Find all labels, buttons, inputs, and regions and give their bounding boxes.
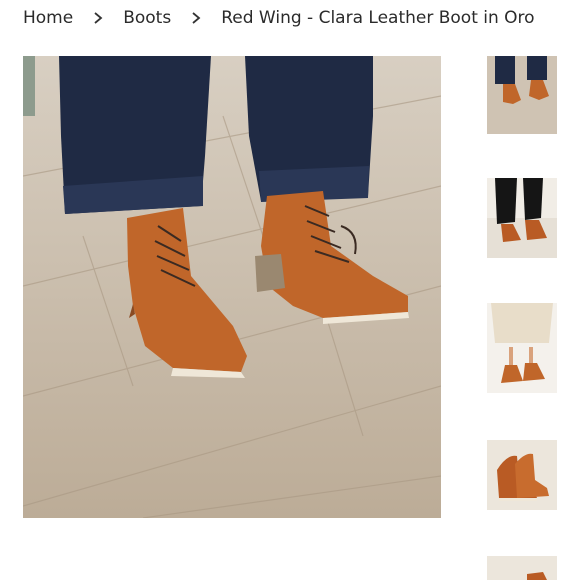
breadcrumb-current-page: Red Wing - Clara Leather Boot in Oro — [221, 8, 535, 28]
thumbnail-boots-with-skirt[interactable] — [487, 303, 557, 393]
chevron-right-icon — [73, 12, 123, 24]
chevron-right-icon — [171, 12, 221, 24]
thumbnail-boot-pair-studio[interactable] — [487, 440, 557, 510]
breadcrumb-home-link[interactable]: Home — [23, 8, 73, 28]
breadcrumb-boots-link[interactable]: Boots — [123, 8, 171, 28]
thumbnail-boot-partial[interactable] — [487, 556, 557, 580]
breadcrumb: Home Boots Red Wing - Clara Leather Boot… — [23, 4, 535, 32]
main-product-image[interactable] — [23, 56, 441, 518]
thumbnail-boots-front[interactable] — [487, 56, 557, 134]
thumbnail-boots-side[interactable] — [487, 178, 557, 258]
